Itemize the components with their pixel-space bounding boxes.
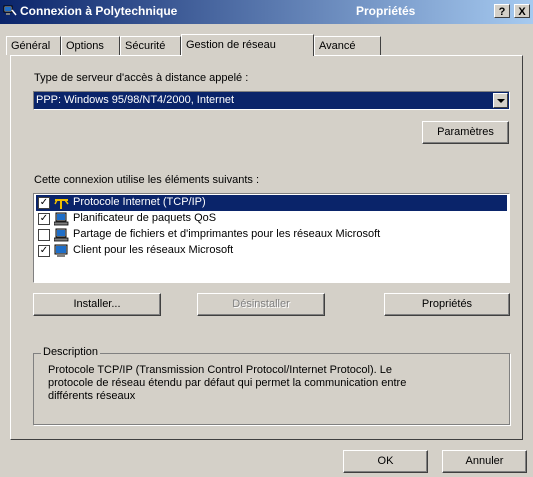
- network-connection-icon: [3, 5, 17, 16]
- tab-strip: Général Options Sécurité Gestion de rése…: [0, 34, 533, 56]
- window-title-suffix: Propriétés: [356, 4, 416, 18]
- uninstall-button[interactable]: Désinstaller: [197, 293, 325, 316]
- server-type-value: PPP: Windows 95/98/NT4/2000, Internet: [36, 94, 235, 106]
- components-list[interactable]: ✓ Protocole Internet (TCP/IP) ✓ Planific…: [33, 193, 510, 283]
- item-label: Client pour les réseaux Microsoft: [73, 244, 234, 256]
- title-bar[interactable]: Connexion à Polytechnique Propriétés ? X: [0, 0, 533, 24]
- install-button[interactable]: Installer...: [33, 293, 161, 316]
- ok-button[interactable]: OK: [343, 450, 428, 473]
- list-item-qos[interactable]: ✓ Planificateur de paquets QoS: [36, 211, 507, 227]
- dropdown-arrow-icon[interactable]: [493, 93, 508, 108]
- tab-advanced[interactable]: Avancé: [314, 36, 381, 55]
- components-label: Cette connexion utilise les éléments sui…: [34, 174, 260, 186]
- description-title: Description: [41, 346, 101, 358]
- properties-dialog: Connexion à Polytechnique Propriétés ? X…: [0, 0, 533, 477]
- tab-general[interactable]: Général: [6, 36, 61, 55]
- checkbox[interactable]: ✓: [38, 213, 50, 225]
- protocol-icon: [54, 199, 69, 209]
- close-button[interactable]: X: [514, 4, 530, 18]
- item-label: Partage de fichiers et d'imprimantes pou…: [73, 228, 381, 240]
- client-icon: [54, 244, 68, 257]
- list-item-tcpip[interactable]: ✓ Protocole Internet (TCP/IP): [36, 195, 507, 211]
- service-icon: [54, 228, 69, 242]
- list-item-file-sharing[interactable]: Partage de fichiers et d'imprimantes pou…: [36, 227, 507, 243]
- tab-networking[interactable]: Gestion de réseau: [181, 34, 314, 56]
- server-type-label: Type de serveur d'accès à distance appel…: [34, 72, 249, 84]
- list-item-client[interactable]: ✓ Client pour les réseaux Microsoft: [36, 243, 507, 259]
- item-label: Planificateur de paquets QoS: [73, 212, 217, 224]
- checkbox[interactable]: ✓: [38, 197, 50, 209]
- component-properties-button[interactable]: Propriétés: [384, 293, 510, 316]
- cancel-button[interactable]: Annuler: [442, 450, 527, 473]
- tab-security[interactable]: Sécurité: [120, 36, 181, 55]
- description-text: Protocole TCP/IP (Transmission Control P…: [48, 364, 407, 402]
- checkbox[interactable]: [38, 229, 50, 241]
- tab-options[interactable]: Options: [61, 36, 120, 55]
- item-label: Protocole Internet (TCP/IP): [73, 196, 206, 208]
- checkbox[interactable]: ✓: [38, 245, 50, 257]
- settings-button[interactable]: Paramètres: [422, 121, 509, 144]
- description-group: Description Protocole TCP/IP (Transmissi…: [33, 346, 510, 425]
- service-icon: [54, 212, 69, 226]
- help-button[interactable]: ?: [494, 4, 510, 18]
- window-title: Connexion à Polytechnique: [20, 4, 178, 18]
- server-type-dropdown[interactable]: PPP: Windows 95/98/NT4/2000, Internet: [33, 91, 510, 110]
